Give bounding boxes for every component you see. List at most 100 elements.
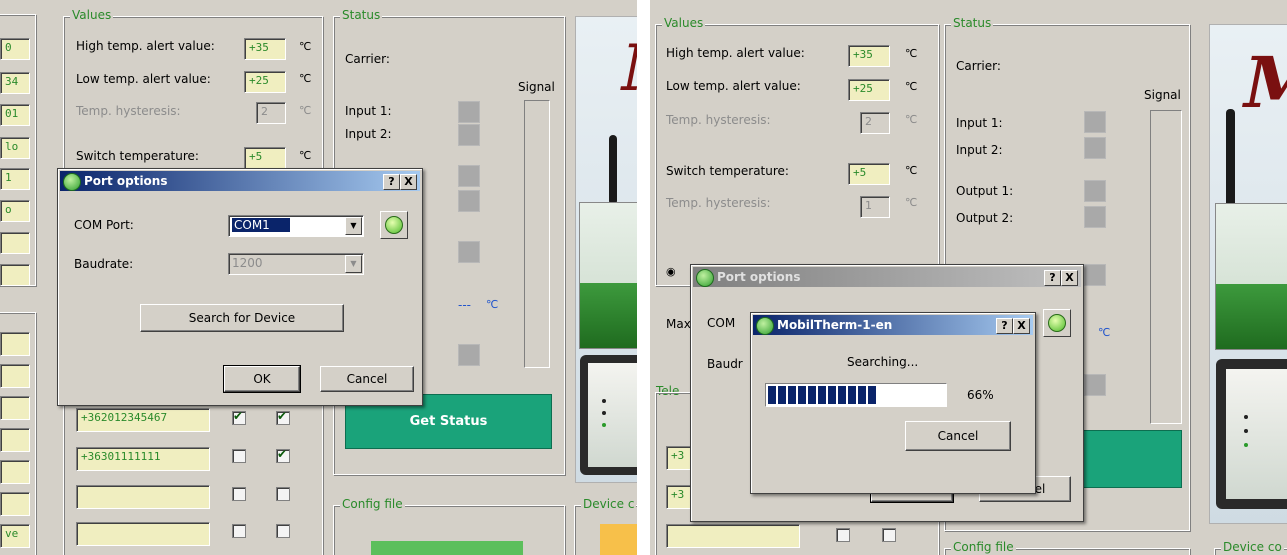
app-icon <box>696 269 714 287</box>
switch-temp-input[interactable]: +5 <box>244 147 286 169</box>
edge-field-3[interactable]: 01 <box>0 104 30 126</box>
baudrate-select[interactable]: 1200 ▼ <box>228 253 364 275</box>
phone-3-call-checkbox[interactable] <box>276 487 290 501</box>
hysteresis-unit: ℃ <box>905 113 918 126</box>
signal-meter <box>524 100 550 368</box>
baudrate-label: Baudrate: <box>74 257 134 271</box>
signal-meter <box>1150 110 1182 424</box>
phone-2-call-checkbox[interactable] <box>276 447 290 463</box>
config-group: Config file <box>944 540 1190 555</box>
phone-number-2[interactable]: +36301111111 <box>76 447 210 471</box>
cancel-button[interactable]: Cancel <box>320 366 414 392</box>
status-light-button[interactable] <box>380 211 408 239</box>
phone-number-1[interactable]: +362012345467 <box>76 408 210 432</box>
status-indicator <box>458 241 480 263</box>
output1-label: Output 1: <box>956 184 1014 198</box>
edge-field-10[interactable] <box>0 364 30 388</box>
close-button[interactable]: X <box>1013 318 1030 334</box>
edge-field-8[interactable] <box>0 264 30 286</box>
progress-block <box>788 386 796 404</box>
misc-indicator <box>458 344 480 366</box>
low-temp-input[interactable]: +25 <box>848 79 890 101</box>
chevron-down-icon: ▼ <box>345 255 362 273</box>
switch-temp-label: Switch temperature: <box>76 149 199 163</box>
help-button[interactable]: ? <box>996 318 1013 334</box>
low-temp-input[interactable]: +25 <box>244 71 286 93</box>
edge-field-4[interactable]: lo <box>0 137 30 159</box>
phone-3-sms-checkbox[interactable] <box>232 487 246 501</box>
device-button[interactable] <box>600 524 637 555</box>
switch-temp-label: Switch temperature: <box>666 164 789 178</box>
help-button[interactable]: ? <box>383 174 400 190</box>
edge-field-13[interactable] <box>0 460 30 484</box>
phone-3-sms-checkbox[interactable] <box>836 528 850 542</box>
values-group-title: Values <box>662 16 706 30</box>
status-light-button[interactable] <box>1043 309 1071 337</box>
high-temp-input[interactable]: +35 <box>244 38 286 60</box>
close-button[interactable]: X <box>1061 270 1078 286</box>
edge-field-12[interactable] <box>0 428 30 452</box>
help-button[interactable]: ? <box>1044 270 1061 286</box>
phone-4-sms-checkbox[interactable] <box>232 524 246 538</box>
hysteresis-input[interactable]: 2 <box>256 102 286 124</box>
antenna-image <box>609 135 617 205</box>
baudrate-label: Baudr <box>707 357 743 371</box>
low-temp-unit: ℃ <box>299 72 312 85</box>
high-temp-unit: ℃ <box>299 40 312 53</box>
hysteresis2-label: Temp. hysteresis: <box>666 196 771 210</box>
phone-4-call-checkbox[interactable] <box>276 524 290 538</box>
edge-field-6[interactable]: o <box>0 200 30 222</box>
output2-indicator <box>458 190 480 212</box>
phone-3-call-checkbox[interactable] <box>882 528 896 542</box>
high-temp-input[interactable]: +35 <box>848 45 890 67</box>
brand-letter: M <box>622 31 637 106</box>
search-dialog-titlebar[interactable]: MobilTherm-1-en ? X <box>753 315 1033 335</box>
status-indicator <box>1084 264 1106 286</box>
edge-field-7[interactable] <box>0 232 30 254</box>
edge-field-15[interactable]: ve <box>0 524 30 548</box>
high-temp-unit: ℃ <box>905 47 918 60</box>
edge-field-1[interactable]: 0 <box>0 38 30 60</box>
status-group-title: Status <box>951 16 994 30</box>
values-group: Values <box>655 16 939 286</box>
input1-label: Input 1: <box>345 104 392 118</box>
progress-block <box>868 386 876 404</box>
high-temp-label: High temp. alert value: <box>76 39 215 53</box>
switch-temp-unit: ℃ <box>905 164 918 177</box>
config-button[interactable] <box>371 541 523 555</box>
com-port-select[interactable]: COM1 ▼ <box>228 215 364 237</box>
cancel-search-button[interactable]: Cancel <box>905 421 1011 451</box>
switch-temp-input[interactable]: +5 <box>848 163 890 185</box>
edge-field-11[interactable] <box>0 396 30 420</box>
device-group-title: Device c <box>581 497 637 511</box>
port-options-title: Port options <box>84 174 168 188</box>
search-device-button[interactable]: Search for Device <box>140 304 344 332</box>
phone-1-call-checkbox[interactable] <box>276 409 290 425</box>
hysteresis2-input[interactable]: 1 <box>860 196 890 218</box>
chevron-down-icon[interactable]: ▼ <box>345 217 362 235</box>
port-options-titlebar[interactable]: Port options ? X <box>693 267 1081 287</box>
phone-1-sms-checkbox[interactable] <box>232 409 246 425</box>
input1-indicator <box>1084 111 1106 133</box>
output1-indicator <box>458 165 480 187</box>
port-options-titlebar[interactable]: Port options ? X <box>60 171 420 191</box>
close-button[interactable]: X <box>400 174 417 190</box>
ok-button[interactable]: OK <box>223 365 301 393</box>
phone-number-3[interactable] <box>666 524 800 548</box>
phone-2-sms-checkbox[interactable] <box>232 449 246 463</box>
search-dialog-title: MobilTherm-1-en <box>777 318 893 332</box>
input1-indicator <box>458 101 480 123</box>
radio-button[interactable]: ◉ <box>666 265 676 278</box>
edge-field-14[interactable] <box>0 492 30 516</box>
edge-field-9[interactable] <box>0 332 30 356</box>
config-group-title: Config file <box>340 497 405 511</box>
hysteresis-input[interactable]: 2 <box>860 112 890 134</box>
hysteresis-label: Temp. hysteresis: <box>666 113 771 127</box>
phone-number-4[interactable] <box>76 522 210 546</box>
input2-label: Input 2: <box>345 127 392 141</box>
edge-field-2[interactable]: 34 <box>0 72 30 94</box>
phone-number-3[interactable] <box>76 485 210 509</box>
output2-indicator <box>1084 206 1106 228</box>
temperature-unit: ℃ <box>486 298 499 311</box>
edge-field-5[interactable]: 1 <box>0 168 30 190</box>
